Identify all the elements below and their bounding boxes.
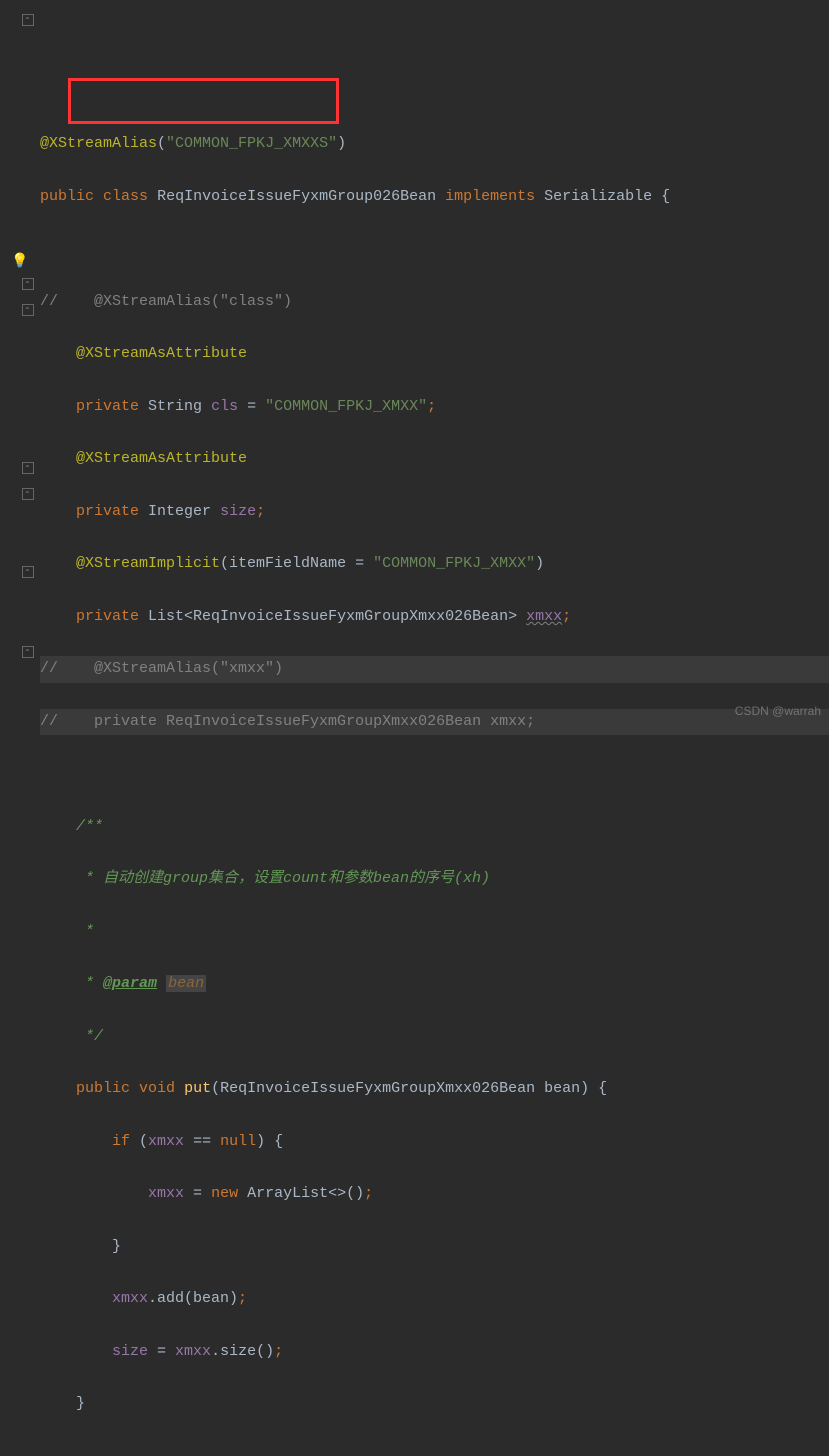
code-line[interactable]: } (40, 1234, 829, 1260)
code-line[interactable]: private Integer size; (40, 499, 829, 525)
code-line[interactable]: xmxx = new ArrayList<>(); (40, 1181, 829, 1207)
code-editor[interactable]: 💡 @XStreamAlias("COMMON_FPKJ_XMXXS") pub… (0, 0, 829, 728)
fold-marker-icon[interactable] (22, 304, 34, 316)
code-line[interactable]: private List<ReqInvoiceIssueFyxmGroupXmx… (40, 604, 829, 630)
fold-marker-icon[interactable] (22, 462, 34, 474)
code-line[interactable]: } (40, 1391, 829, 1417)
code-line[interactable]: * (40, 919, 829, 945)
code-line[interactable]: @XStreamImplicit(itemFieldName = "COMMON… (40, 551, 829, 577)
code-line[interactable] (40, 1444, 829, 1456)
code-line[interactable]: */ (40, 1024, 829, 1050)
code-line[interactable] (40, 79, 829, 105)
fold-marker-icon[interactable] (22, 488, 34, 500)
code-line[interactable]: if (xmxx == null) { (40, 1129, 829, 1155)
code-line[interactable]: // @XStreamAlias("class") (40, 289, 829, 315)
code-line[interactable]: // private ReqInvoiceIssueFyxmGroupXmxx0… (40, 709, 829, 735)
fold-marker-icon[interactable] (22, 278, 34, 290)
code-line[interactable]: /** (40, 814, 829, 840)
bulb-icon[interactable]: 💡 (10, 252, 30, 272)
code-line[interactable]: // @XStreamAlias("xmxx") (40, 656, 829, 682)
code-line[interactable] (40, 236, 829, 262)
code-line[interactable]: private String cls = "COMMON_FPKJ_XMXX"; (40, 394, 829, 420)
code-line[interactable]: @XStreamAlias("COMMON_FPKJ_XMXXS") (40, 131, 829, 157)
code-area[interactable]: @XStreamAlias("COMMON_FPKJ_XMXXS") publi… (40, 0, 829, 728)
code-line[interactable]: @XStreamAsAttribute (40, 341, 829, 367)
code-line[interactable] (40, 761, 829, 787)
code-line[interactable]: xmxx.add(bean); (40, 1286, 829, 1312)
fold-marker-icon[interactable] (22, 14, 34, 26)
code-line[interactable]: public void put(ReqInvoiceIssueFyxmGroup… (40, 1076, 829, 1102)
watermark: CSDN @warrah (735, 701, 821, 722)
code-line[interactable]: * 自动创建group集合，设置count和参数bean的序号(xh) (40, 866, 829, 892)
code-line[interactable]: public class ReqInvoiceIssueFyxmGroup026… (40, 184, 829, 210)
code-line[interactable]: size = xmxx.size(); (40, 1339, 829, 1365)
code-line[interactable]: @XStreamAsAttribute (40, 446, 829, 472)
code-line[interactable]: * @param bean (40, 971, 829, 997)
fold-marker-icon[interactable] (22, 646, 34, 658)
fold-marker-icon[interactable] (22, 566, 34, 578)
gutter: 💡 (0, 0, 40, 728)
